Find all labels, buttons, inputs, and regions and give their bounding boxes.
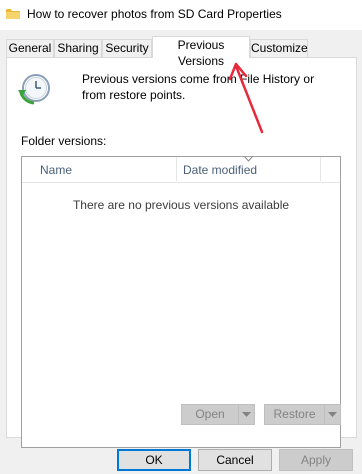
open-button-label: Open: [195, 407, 225, 421]
tab-previous-versions[interactable]: Previous Versions: [152, 36, 250, 68]
open-dropdown-arrow[interactable]: [238, 405, 254, 424]
empty-list-message: There are no previous versions available: [72, 198, 290, 212]
folder-versions-label: Folder versions:: [21, 134, 107, 148]
folder-icon: [6, 9, 20, 19]
tab-security[interactable]: Security: [102, 39, 152, 57]
chevron-down-icon: [242, 412, 251, 417]
intro-text: Previous versions come from File History…: [82, 72, 315, 102]
restore-button-label: Restore: [273, 407, 316, 421]
tab-strip: General Sharing Security Previous Versio…: [6, 36, 358, 68]
chevron-down-icon: [328, 412, 337, 417]
restore-button[interactable]: Restore: [264, 404, 341, 425]
sort-arrow-icon: [244, 156, 253, 162]
open-button[interactable]: Open: [181, 404, 255, 425]
column-divider[interactable]: [320, 157, 321, 181]
tab-customize[interactable]: Customize: [250, 39, 308, 57]
column-date-modified-header[interactable]: Date modified: [183, 163, 257, 177]
tab-sharing[interactable]: Sharing: [54, 39, 102, 57]
tab-general[interactable]: General: [6, 39, 54, 57]
column-name-header[interactable]: Name: [40, 163, 72, 177]
clock-restore-icon: [18, 74, 50, 105]
title-bar: How to recover photos from SD Card Prope…: [0, 0, 362, 30]
restore-dropdown-arrow[interactable]: [324, 405, 340, 424]
list-header: Name Date modified: [22, 156, 340, 183]
ok-button[interactable]: OK: [117, 449, 191, 471]
apply-button[interactable]: Apply: [279, 449, 353, 471]
previous-versions-panel: Previous versions come from File History…: [6, 57, 357, 448]
cancel-button[interactable]: Cancel: [198, 449, 272, 471]
column-divider[interactable]: [176, 157, 177, 181]
window-title: How to recover photos from SD Card Prope…: [27, 7, 282, 21]
